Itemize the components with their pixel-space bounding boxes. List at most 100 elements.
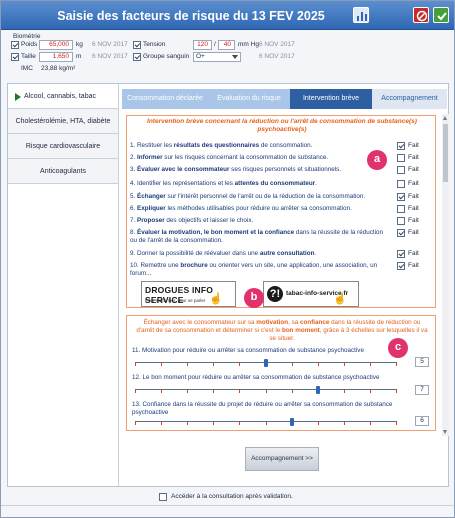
intervention-heading: Intervention brève concernant la réducti…: [147, 118, 417, 133]
slider-tick: [396, 363, 397, 366]
sidebar: Alcool, cannabis, tabac Cholestérolémie,…: [8, 84, 118, 312]
list-item: 2. Informer sur les risques concernant l…: [130, 154, 329, 161]
biometrie-section: Biométrie Poids 65,000 kg 6 NOV 2017 Tai…: [7, 31, 449, 77]
poids-label: Poids: [21, 41, 38, 48]
slider-tick: [266, 422, 267, 425]
slider-tick: [213, 390, 214, 393]
slider-tick: [135, 390, 136, 393]
slider-tick: [344, 422, 345, 425]
taille-unit: m: [76, 53, 82, 60]
motivation-intro: Échanger avec le consommateur sur sa mot…: [136, 319, 428, 342]
scroll-down-icon[interactable]: [443, 430, 447, 434]
access-consultation-label: Accéder à la consultation après validati…: [171, 493, 293, 500]
slider-tick: [370, 422, 371, 425]
list-item: 8. Évaluer la motivation, le bon moment …: [130, 229, 384, 244]
slider-tick: [161, 363, 162, 366]
slider-tick: [187, 390, 188, 393]
slider-knob[interactable]: [264, 359, 268, 367]
step-breadcrumb: Consommation déclarée Evaluation du risq…: [122, 89, 447, 109]
bar-chart-icon[interactable]: [353, 7, 369, 23]
taille-input[interactable]: 1,650: [39, 52, 73, 62]
slider-tick: [396, 390, 397, 393]
tension-unit: mm Hg: [238, 41, 259, 48]
list-item: 7. Proposer des objectifs et laisser le …: [130, 217, 254, 224]
slider-tick: [370, 363, 371, 366]
tabac-logo-mark: ?!: [267, 286, 283, 302]
slider-knob[interactable]: [316, 386, 320, 394]
footer-divider: [1, 505, 454, 506]
slider-tick: [187, 363, 188, 366]
tension-date: 6 NOV 2017: [259, 41, 295, 48]
motivation-value[interactable]: 5: [415, 357, 429, 367]
groupe-checkbox[interactable]: [133, 53, 141, 61]
slider-tick: [239, 363, 240, 366]
tension-checkbox[interactable]: [133, 41, 141, 49]
poids-checkbox[interactable]: [11, 41, 19, 49]
list-item: 10. Remettre une brochure ou orienter ve…: [130, 262, 378, 277]
sidebar-item-anticoagulants[interactable]: Anticoagulants: [8, 159, 118, 184]
window-title: Saisie des facteurs de risque du 13 FEV …: [57, 9, 325, 23]
step-accompagnement[interactable]: Accompagnement: [372, 89, 447, 109]
scrollbar-thumb[interactable]: [443, 124, 448, 182]
bon-moment-value[interactable]: 7: [415, 385, 429, 395]
tension-label: Tension: [143, 41, 166, 48]
imc-label: IMC: [21, 65, 33, 72]
scroll-up-icon[interactable]: [443, 116, 447, 120]
list-item: 4. Identifier les représentations et les…: [130, 180, 317, 187]
slider-tick: [370, 390, 371, 393]
groupe-label: Groupe sanguin: [143, 53, 190, 60]
slider-tick: [213, 363, 214, 366]
slider-tick: [161, 390, 162, 393]
vertical-scrollbar[interactable]: [442, 114, 449, 436]
tension-dia-input[interactable]: 40: [218, 40, 235, 50]
slider-tick: [239, 422, 240, 425]
taille-date: 6 NOV 2017: [92, 53, 128, 60]
accompagnement-button[interactable]: Accompagnement >>: [245, 447, 319, 471]
intervention-box: Intervention brève concernant la réducti…: [126, 115, 436, 308]
step-evaluation[interactable]: Evaluation du risque: [208, 89, 290, 109]
question-bon-moment: 12. Le bon moment pour réduire ou arrête…: [132, 374, 380, 381]
slider-tick: [344, 363, 345, 366]
sidebar-item-label: Anticoagulants: [40, 168, 86, 175]
groupe-select[interactable]: O+: [193, 52, 241, 62]
confiance-slider[interactable]: [135, 418, 397, 426]
tension-sys-input[interactable]: 120: [193, 40, 212, 50]
slider-tick: [266, 390, 267, 393]
taille-label: Taille: [21, 53, 36, 60]
step-consommation[interactable]: Consommation déclarée: [122, 89, 208, 109]
slider-tick: [213, 422, 214, 425]
slider-knob[interactable]: [290, 418, 294, 426]
slider-tick: [344, 390, 345, 393]
slider-tick: [318, 363, 319, 366]
confiance-value[interactable]: 6: [415, 416, 429, 426]
check-icon[interactable]: [433, 7, 449, 23]
slider-tick: [135, 363, 136, 366]
content-area: Consommation déclarée Evaluation du risq…: [118, 84, 449, 486]
taille-checkbox[interactable]: [11, 53, 19, 61]
sidebar-item-alcool[interactable]: Alcool, cannabis, tabac: [8, 84, 118, 109]
poids-unit: kg: [76, 41, 83, 48]
slider-tick: [135, 422, 136, 425]
access-consultation-checkbox[interactable]: [159, 493, 167, 501]
poids-input[interactable]: 65,000: [39, 40, 73, 50]
list-item: 5. Échanger sur l'intérêt personnel de l…: [130, 193, 366, 200]
cancel-icon[interactable]: [413, 7, 429, 23]
slider-tick: [292, 390, 293, 393]
motivation-box: Échanger avec le consommateur sur sa mot…: [126, 315, 436, 431]
sidebar-item-risque-cardio[interactable]: Risque cardiovasculaire: [8, 134, 118, 159]
annotation-badge-a: a: [367, 150, 387, 170]
slider-tick: [161, 422, 162, 425]
step-intervention[interactable]: Intervention brève: [290, 89, 372, 109]
hand-pointer-icon: ☝: [209, 293, 223, 305]
main-panel: Alcool, cannabis, tabac Cholestérolémie,…: [7, 83, 449, 487]
annotation-badge-b: b: [244, 288, 264, 308]
sidebar-item-cholesterolemie[interactable]: Cholestérolémie, HTA, diabète: [8, 109, 118, 134]
hand-pointer-icon: ☝: [333, 293, 347, 305]
slider-tick: [318, 422, 319, 425]
annotation-badge-c: c: [388, 338, 408, 358]
biometrie-label: Biométrie: [13, 33, 41, 40]
motivation-slider[interactable]: [135, 359, 397, 367]
bon-moment-slider[interactable]: [135, 386, 397, 394]
slider-tick: [187, 422, 188, 425]
slider-tick: [396, 422, 397, 425]
